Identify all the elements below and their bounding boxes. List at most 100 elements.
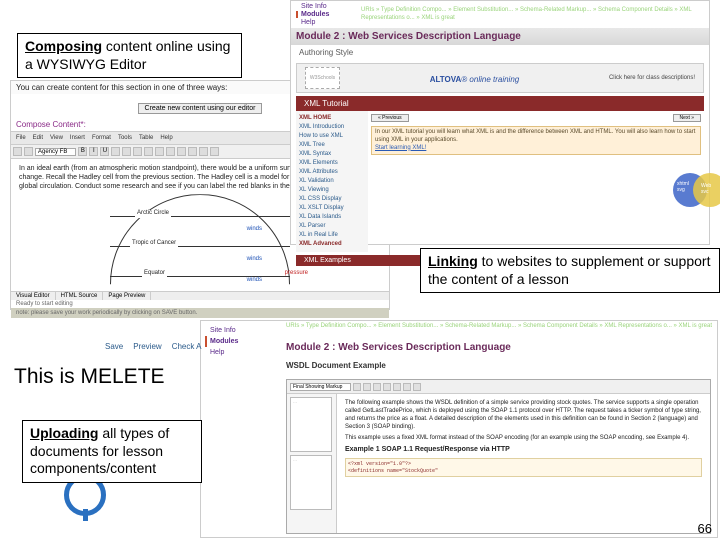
tab-preview[interactable]: Page Preview xyxy=(103,292,151,300)
redo-icon[interactable] xyxy=(24,147,33,156)
side-xml-home[interactable]: XML HOME xyxy=(299,114,365,123)
menu-format[interactable]: Format xyxy=(89,134,114,142)
screenshot-upload-document: Site Info Modules Help URIs » Type Defin… xyxy=(200,320,718,538)
side-xml-real[interactable]: XL in Real Life xyxy=(299,231,365,240)
xml-sidebar-nav: XML HOME XML Introduction How to use XML… xyxy=(296,111,368,252)
code-line-1: <?xml version="1.0"?> xyxy=(348,461,699,468)
page-number: 66 xyxy=(698,521,712,536)
upload-actions: Save Preview Check A xyxy=(105,342,201,351)
venn-label-2: Websvc xyxy=(701,183,711,195)
menu-tools[interactable]: Tools xyxy=(115,134,135,142)
action-preview[interactable]: Preview xyxy=(133,342,161,351)
menu-view[interactable]: View xyxy=(47,134,66,142)
comment-icon[interactable] xyxy=(403,383,411,391)
show-markup-icon[interactable] xyxy=(353,383,361,391)
callout-composing-bold: Composing xyxy=(25,38,102,54)
upload-site-tabs: Site Info Modules Help xyxy=(205,325,238,359)
tab-site-info[interactable]: Site Info xyxy=(296,3,361,10)
status-ready: Ready to start editing xyxy=(11,300,389,308)
prev-button[interactable]: « Previous xyxy=(371,114,409,122)
editor-save-note: note: please save your work periodically… xyxy=(11,308,389,318)
tab-visual[interactable]: Visual Editor xyxy=(11,292,56,300)
doc-para-2: This example uses a fixed XML format ins… xyxy=(345,434,702,442)
side-xml-valid[interactable]: XL Validation xyxy=(299,177,365,186)
next-change-icon[interactable] xyxy=(373,383,381,391)
link-breadcrumb[interactable]: URIs » Type Definition Compo... » Elemen… xyxy=(361,7,704,23)
highlight-icon[interactable] xyxy=(413,383,421,391)
doc-page-content[interactable]: The following example shows the WSDL def… xyxy=(337,394,710,533)
side-xml-how[interactable]: How to use XML xyxy=(299,132,365,141)
page-thumb-2[interactable]: … xyxy=(290,455,332,510)
side-xml-elements[interactable]: XML Elements xyxy=(299,159,365,168)
menu-insert[interactable]: Insert xyxy=(67,134,88,142)
menu-table[interactable]: Table xyxy=(136,134,156,142)
side-xml-css[interactable]: XL CSS Display xyxy=(299,195,365,204)
outdent-icon[interactable] xyxy=(166,147,175,156)
label-tropic: Tropic of Cancer xyxy=(130,240,178,248)
equator-line xyxy=(110,276,290,277)
font-select[interactable]: Agency FB xyxy=(35,148,76,156)
link-icon[interactable] xyxy=(188,147,197,156)
next-button[interactable]: Next » xyxy=(673,114,701,122)
page-thumb-1[interactable]: … xyxy=(290,397,332,452)
class-desc-link[interactable]: Click here for class descriptions! xyxy=(609,75,695,81)
altova-logo: ALTOVA® online training xyxy=(430,75,520,84)
upload-tab-site-info[interactable]: Site Info xyxy=(205,325,238,336)
label-arctic: Arctic Circle xyxy=(135,210,171,218)
side-xml-view[interactable]: XL Viewing xyxy=(299,186,365,195)
reject-icon[interactable] xyxy=(393,383,401,391)
align-left-icon[interactable] xyxy=(111,147,120,156)
tab-html[interactable]: HTML Source xyxy=(56,292,104,300)
label-winds-2: winds xyxy=(247,256,262,264)
action-check[interactable]: Check A xyxy=(172,342,202,351)
side-xml-intro[interactable]: XML Introduction xyxy=(299,123,365,132)
doc-example-title: Example 1 SOAP 1.1 Request/Response via … xyxy=(345,445,702,454)
side-xml-parser[interactable]: XL Parser xyxy=(299,222,365,231)
image-icon[interactable] xyxy=(199,147,208,156)
xml-tutorial-bar: XML Tutorial xyxy=(296,96,704,111)
bullet-list-icon[interactable] xyxy=(144,147,153,156)
callout-melete: This is MELETE xyxy=(7,360,172,394)
tab-modules[interactable]: Modules xyxy=(296,11,361,18)
prev-change-icon[interactable] xyxy=(363,383,371,391)
menu-file[interactable]: File xyxy=(13,134,29,142)
create-content-button[interactable]: Create new content using our editor xyxy=(138,103,263,114)
altova-banner[interactable]: W3Schools ALTOVA® online training Click … xyxy=(296,63,704,93)
upload-doc-title: WSDL Document Example xyxy=(286,361,386,370)
side-xml-syntax[interactable]: XML Syntax xyxy=(299,150,365,159)
doc-review-toolbar: Final Showing Markup xyxy=(287,380,710,394)
link-module-title: Module 2 : Web Services Description Lang… xyxy=(291,28,709,45)
tutorial-note: In our XML tutorial you will learn what … xyxy=(371,126,701,155)
screenshot-linking-website: Site Info Modules Help URIs » Type Defin… xyxy=(290,0,710,245)
doc-thumbnails-pane: … … xyxy=(287,394,337,533)
underline-icon[interactable]: U xyxy=(100,147,109,156)
upload-tab-help[interactable]: Help xyxy=(205,347,238,358)
italic-icon[interactable]: I xyxy=(89,147,98,156)
label-equator: Equator xyxy=(142,270,167,278)
align-right-icon[interactable] xyxy=(133,147,142,156)
doc-para-1: The following example shows the WSDL def… xyxy=(345,399,702,431)
review-view-select[interactable]: Final Showing Markup xyxy=(290,383,351,391)
accept-icon[interactable] xyxy=(383,383,391,391)
bold-icon[interactable]: B xyxy=(78,147,87,156)
upload-breadcrumb[interactable]: URIs » Type Definition Compo... » Elemen… xyxy=(286,323,712,331)
indent-icon[interactable] xyxy=(177,147,186,156)
side-xml-attr[interactable]: XML Attributes xyxy=(299,168,365,177)
table-icon[interactable] xyxy=(210,147,219,156)
side-xml-tree[interactable]: XML Tree xyxy=(299,141,365,150)
callout-linking: Linking to websites to supplement or sup… xyxy=(420,248,720,293)
menu-help[interactable]: Help xyxy=(157,134,175,142)
side-xml-xslt[interactable]: XL XSLT Display xyxy=(299,204,365,213)
tab-help[interactable]: Help xyxy=(296,19,361,26)
side-xml-adv: XML Advanced xyxy=(299,240,365,249)
menu-edit[interactable]: Edit xyxy=(30,134,46,142)
side-xml-data[interactable]: XL Data Islands xyxy=(299,213,365,222)
doc-body: … … The following example shows the WSDL… xyxy=(287,394,710,533)
start-learning-link[interactable]: Start learning XML! xyxy=(375,145,426,151)
number-list-icon[interactable] xyxy=(155,147,164,156)
undo-icon[interactable] xyxy=(13,147,22,156)
action-save[interactable]: Save xyxy=(105,342,123,351)
upload-tab-modules[interactable]: Modules xyxy=(205,336,238,347)
venn-label-1: xhtmlsvg xyxy=(677,181,689,193)
align-center-icon[interactable] xyxy=(122,147,131,156)
